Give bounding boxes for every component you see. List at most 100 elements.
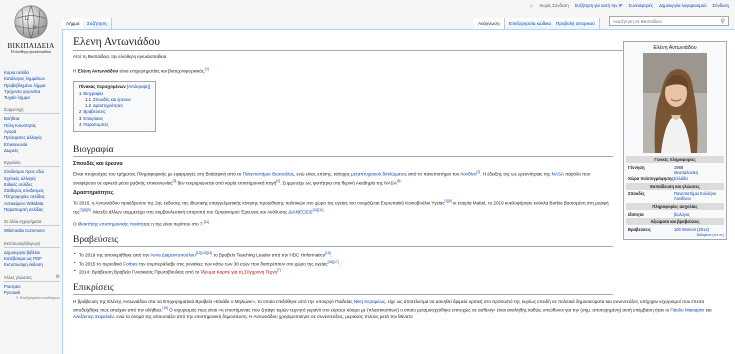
link-greece[interactable]: Ελλάδα — [674, 176, 724, 181]
citation[interactable]: [7] — [277, 268, 281, 272]
link-masters[interactable]: μεταπτυχιακού διπλώματος — [351, 172, 407, 177]
link-karpe-foundation[interactable]: Ίδρυμα Καρπέ για τη Σύγχρονη Τέχνη — [201, 270, 278, 275]
toc-hide-toggle[interactable]: [Απόκρυψη] — [127, 84, 150, 89]
toc-number: 2 — [79, 109, 82, 115]
link-university-thessaly[interactable]: Πανεπιστήμιο Θεσσαλίας — [243, 172, 294, 177]
citation[interactable]: [11] — [204, 220, 209, 224]
sidebar-heading-print: Εκτύπωση/εξαγωγή — [4, 241, 60, 248]
citation[interactable]: [1][6] — [445, 199, 452, 203]
studies-paragraph: Είναι πτυχιούχος του τμήματος Πληροφορικ… — [73, 169, 613, 186]
sidebar-item-cite[interactable]: Παραπομπή σελίδας — [4, 207, 60, 213]
toc-link[interactable]: Σπουδές και έρευνα — [93, 97, 131, 102]
text: , ενώ το όνομά της απουσιάζει από την επ… — [113, 314, 413, 320]
text: Το 2019 της απονεμήθηκε από την — [79, 252, 151, 258]
wikipedia-logo[interactable]: Ω W ΒΙΚΙΠΑΙΔΕΙΑ Η ελεύθερη εγκυκλοπαίδει… — [0, 0, 62, 62]
sidebar-heading-languages: Άλλες γλώσσες ⚙ — [4, 274, 60, 282]
search-input[interactable]: Αναζήτηση σε Βικιπαίδεια ⚲ — [609, 16, 729, 26]
personal-contributions-link[interactable]: Συνεισφορές — [629, 3, 653, 8]
citation[interactable]: [16][17] — [328, 260, 339, 264]
portrait-photo[interactable] — [643, 53, 707, 153]
section-heading-activities: Δραστηριότητες — [73, 190, 114, 197]
text: Ο ισχυρισμός πως είναι «η επιστήμονας πο… — [167, 307, 671, 313]
text: από το πανεπιστήμιο του — [406, 171, 461, 177]
link-ucl[interactable]: Πανεπιστήμιο Κολλέγιο Λονδίνου — [674, 191, 724, 201]
gear-icon[interactable]: ⚙ — [56, 274, 60, 280]
toc-title: Πίνακας περιεχομένων [Απόκρυψη] — [79, 84, 150, 89]
link-london[interactable]: Λονδίνο — [460, 172, 476, 177]
create-account-link[interactable]: Δημιουργία λογαριασμού — [659, 3, 707, 8]
infobox-row-studies: Σπουδές Πανεπιστήμιο Κολλέγιο Λονδίνου — [626, 191, 724, 202]
citation[interactable]: [10][11] — [313, 208, 324, 212]
infobox-row-awards: Βραβεύσεις 100 Women (2014) — [626, 226, 724, 232]
intro-subject: Ελένη Αντωνιάδου — [77, 68, 119, 74]
edit-links-row: ✎ Επεξεργασία συνδέσμων — [4, 296, 60, 300]
toc-link[interactable]: Βιογραφία — [83, 91, 103, 96]
text: , ενώ είναι, επίσης, κάτοχος — [294, 171, 352, 177]
toc-title-text: Πίνακας περιεχομένων — [79, 83, 126, 89]
text: και — [704, 307, 712, 313]
link-100-women[interactable]: 100 Women (2014) — [674, 227, 724, 232]
sidebar-item-commons[interactable]: Wikimedia Commons — [4, 228, 60, 234]
personal-talk-link[interactable]: Συζήτηση για αυτή την IP — [575, 3, 623, 8]
infobox-row-citizenship: Χώρα πολιτογράφησης Ελλάδα — [626, 175, 724, 181]
sidebar-other-projects: Σε άλλα εγχειρήματα Wikimedia Commons — [4, 219, 60, 234]
link-dianeosis[interactable]: ΔΙΑΝΕΟΣΙΣ — [288, 209, 312, 214]
infobox-edit-link[interactable]: δεδομένα (π.ε.π.) — [626, 233, 724, 237]
infobox-key: Σπουδές — [628, 191, 645, 197]
link-kerameus[interactable]: Νίκη Κεραμέως — [354, 299, 385, 304]
sidebar-item-donate[interactable]: Δωρεές — [4, 148, 60, 154]
tab-history[interactable]: Προβολή ιστορικού — [552, 18, 600, 29]
tab-edit-source[interactable]: Επεξεργασία κώδικα — [505, 18, 557, 29]
svg-text:Ω: Ω — [25, 16, 29, 22]
link-macchiarini[interactable]: Πάολο Μακιαρίνι — [670, 307, 704, 312]
toc-link[interactable]: Βραβεύσεις — [83, 109, 105, 114]
intro-text: είναι επιχειρηματίας και βιοτεχνοφορκικό… — [118, 68, 206, 74]
edit-links-link[interactable]: Επεξεργασία συνδέσμων — [20, 296, 60, 300]
link-biologist[interactable]: βιολόγος — [674, 212, 724, 217]
citation[interactable]: [5] — [397, 179, 401, 183]
tab-article[interactable]: Λήμμα — [62, 18, 85, 29]
citation[interactable]: [7][8][9] — [80, 208, 91, 212]
toc-link[interactable]: Επικρίσεις — [83, 116, 103, 121]
infobox-title: Ελένη Αντωνιάδου — [653, 45, 697, 51]
text: . Συμμετείχε ως φοιτήτρια στη θερινή Ακα… — [279, 180, 397, 186]
text: Το 2015 το περιοδικό — [79, 261, 124, 267]
toc-link[interactable]: Παραπομπές — [83, 122, 108, 127]
login-link[interactable]: Σύνδεση — [712, 3, 729, 8]
tab-talk[interactable]: Συζήτηση — [83, 18, 112, 29]
sidebar-heading-participation: Συμμετοχή — [4, 107, 60, 115]
intro-paragraph: Η Ελένη Αντωνιάδου είναι επιχειρηματίας … — [73, 66, 613, 75]
text: . — [338, 261, 340, 267]
link-seifalian[interactable]: Αλεξάντερ Σεφαλιάν — [73, 314, 114, 319]
activities-paragraph: Το 2016, η Αντωνιάδου προέδρευσε της 2ης… — [73, 198, 613, 215]
toc-number: 1 — [79, 90, 82, 96]
link-forbes[interactable]: Forbes — [123, 261, 137, 266]
sidebar-heading-tools: Εργαλεία — [4, 160, 60, 168]
link-h-index[interactable]: ιδιοκτήτης επιστημονικής ποιότητας — [78, 222, 150, 227]
list-item: Το 2015 το περιοδικό Forbes την συμπεριέ… — [73, 259, 613, 268]
citation[interactable]: [12][13][14] — [196, 251, 213, 255]
languages-heading-label: Άλλες γλώσσες — [4, 274, 32, 280]
infobox-header-general: Γενικές πληροφορίες — [626, 156, 724, 163]
sidebar-print: Εκτύπωση/εξαγωγή Δημιουργία βιβλίου Κατέ… — [4, 241, 60, 269]
critique-paragraph: Η βράβευση της Ελένης Αντωνιάδου στα 1α … — [73, 298, 723, 321]
text: . Η έδειξης της ως ερευνήτριας της — [480, 171, 552, 177]
tab-read[interactable]: Ανάγνωση — [474, 18, 505, 29]
text: δεν τεκμηριώνεται από καμία επιστημονική… — [176, 180, 277, 186]
toc-link[interactable]: Δραστηριότητες — [93, 103, 123, 108]
sidebar-item-printable[interactable]: Εκτυπώσιμη έκδοση — [4, 262, 60, 268]
activities-paragraph-2: Ο ιδιοκτήτης επιστημονικής ποιότητας η τ… — [73, 219, 613, 228]
svg-text:W: W — [33, 24, 38, 29]
toc-item[interactable]: 4 Παραπομπές — [79, 122, 150, 128]
toc-number: 1.2 — [85, 103, 91, 109]
awards-list: Το 2019 της απονεμήθηκε από την Άννα Δια… — [73, 250, 613, 276]
personal-not-logged-in: Χωρίς Σύνδεση — [539, 3, 569, 8]
table-of-contents: Πίνακας περιεχομένων [Απόκρυψη] 1 Βιογραφ… — [73, 80, 157, 133]
search-icon[interactable]: ⚲ — [721, 18, 725, 25]
sidebar-item-random[interactable]: Τυχαίο λήμμα — [4, 95, 60, 101]
citation[interactable]: [1] — [205, 67, 209, 71]
link-nasa[interactable]: NASA — [552, 172, 564, 177]
search-placeholder: Αναζήτηση σε Βικιπαίδεια — [613, 19, 662, 24]
link-anna[interactable]: Άννα Διαμαντοπούλου — [150, 253, 195, 258]
link-thessaloniki[interactable]: Θεσσαλονίκη — [674, 170, 724, 175]
